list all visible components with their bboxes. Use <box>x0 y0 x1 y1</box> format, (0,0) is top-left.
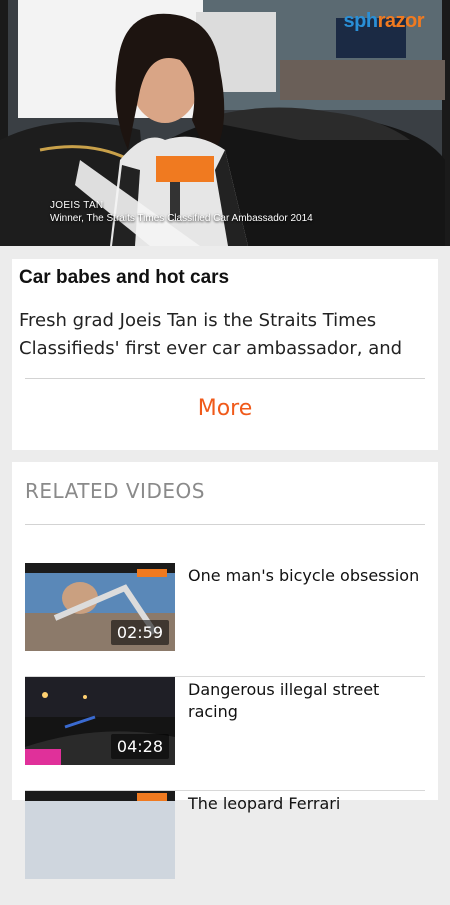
related-videos-card: RELATED VIDEOS 02:59 One man's bicycle o… <box>12 462 438 879</box>
related-heading-divider <box>25 524 425 525</box>
brand-logo-razor: razor <box>377 10 425 32</box>
related-video-item[interactable]: 02:59 One man's bicycle obsession <box>25 563 425 677</box>
story-card: Car babes and hot cars Fresh grad Joeis … <box>12 259 438 450</box>
related-video-item[interactable]: The leopard Ferrari <box>25 791 425 905</box>
video-caption: JOEIS TAN Winner, The Straits Times Clas… <box>50 200 313 224</box>
video-title: The leopard Ferrari <box>188 794 341 813</box>
brand-logo-sph: sph <box>343 10 379 32</box>
video-title: Dangerous illegal street racing <box>188 680 380 721</box>
video-duration: 02:59 <box>110 620 169 645</box>
brand-logo: sphrazor <box>343 10 425 33</box>
story-summary: Fresh grad Joeis Tan is the Straits Time… <box>19 310 403 359</box>
more-button[interactable]: More <box>12 379 438 439</box>
video-duration: 04:28 <box>110 734 169 759</box>
video-thumbnail: 04:28 <box>25 677 175 765</box>
ferrari-thumbnail-image <box>25 791 175 879</box>
story-title: Car babes and hot cars <box>19 267 230 288</box>
related-video-item[interactable]: 04:28 Dangerous illegal street racing <box>25 677 425 791</box>
video-thumbnail: 02:59 <box>25 563 175 651</box>
caption-role: Winner, The Straits Times Classified Car… <box>50 213 313 224</box>
video-title: One man's bicycle obsession <box>188 566 420 585</box>
video-thumbnail <box>25 791 175 879</box>
video-player[interactable]: sphrazor JOEIS TAN Winner, The Straits T… <box>0 0 450 246</box>
caption-name: JOEIS TAN <box>50 200 104 211</box>
related-videos-heading: RELATED VIDEOS <box>25 479 205 503</box>
